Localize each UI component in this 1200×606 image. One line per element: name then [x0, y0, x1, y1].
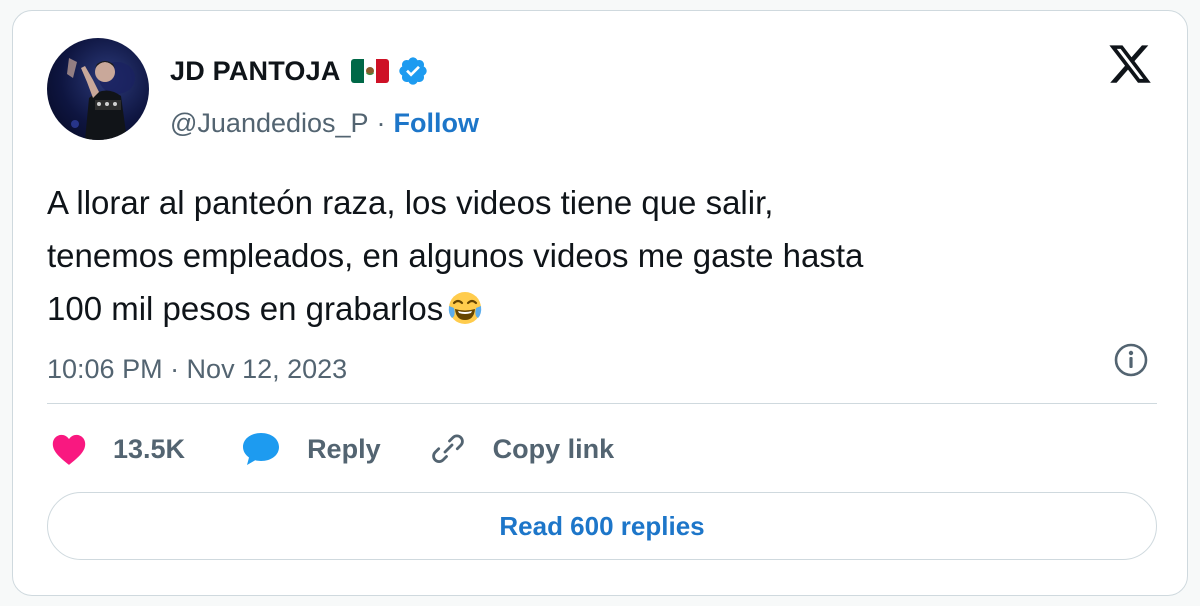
face-with-tears-of-joy-icon	[447, 288, 483, 324]
separator-dot: ·	[376, 107, 386, 138]
author-handle-row: @Juandedios_P · Follow	[170, 105, 479, 141]
x-logo-icon[interactable]	[1107, 41, 1153, 87]
likes-count: 13.5K	[113, 433, 186, 464]
author-handle[interactable]: @Juandedios_P	[170, 108, 369, 139]
avatar-photo	[67, 58, 135, 140]
avatar[interactable]	[47, 38, 149, 140]
copy-link-button[interactable]: Copy link	[429, 429, 615, 469]
read-replies-button[interactable]: Read 600 replies	[47, 492, 1157, 560]
tweet-text-line-last: 100 mil pesos en grabarlos	[47, 282, 1157, 335]
follow-link[interactable]: Follow	[394, 108, 479, 139]
author-name[interactable]: JD PANTOJA	[170, 56, 341, 87]
tweet-text-line: tenemos empleados, en algunos videos me …	[47, 237, 864, 274]
copy-link-label: Copy link	[492, 433, 615, 464]
divider	[47, 403, 1157, 404]
heart-icon	[51, 432, 87, 466]
verified-badge-icon	[397, 55, 429, 87]
tweet-timestamp[interactable]: 10:06 PM · Nov 12, 2023	[47, 351, 347, 387]
link-icon	[429, 430, 467, 468]
tweet-actions: 13.5K Reply Copy link	[51, 429, 614, 469]
speech-bubble-icon	[241, 431, 281, 467]
tweet-text-line: A llorar al panteón raza, los videos tie…	[47, 184, 774, 221]
tweet-card: JD PANTOJA @Juandedios_P · Follow A llor…	[12, 10, 1188, 596]
tweet-text: A llorar al panteón raza, los videos tie…	[47, 176, 1157, 335]
reply-label: Reply	[307, 433, 381, 464]
reply-button[interactable]: Reply	[241, 429, 381, 469]
tweet-text-line: 100 mil pesos en grabarlos	[47, 290, 444, 327]
author-name-row: JD PANTOJA	[170, 53, 429, 89]
mexico-flag-icon	[350, 59, 389, 83]
like-button[interactable]: 13.5K	[51, 429, 185, 469]
info-icon[interactable]	[1113, 342, 1149, 378]
